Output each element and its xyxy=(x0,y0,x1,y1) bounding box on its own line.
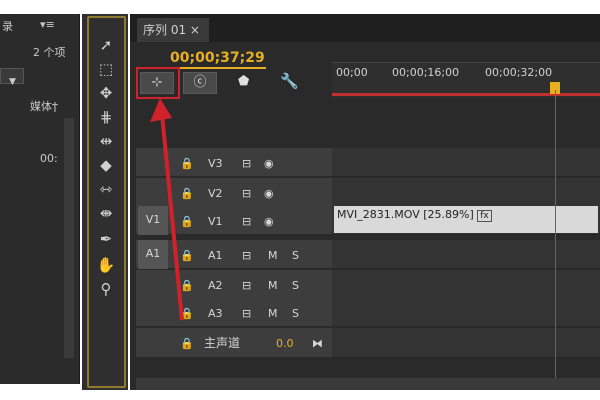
sync-lock-icon[interactable]: ⊟ xyxy=(242,208,251,235)
track-name-v2: V2 xyxy=(208,187,223,200)
chevron-down-icon: ▼ xyxy=(9,77,16,87)
close-icon[interactable]: × xyxy=(190,23,200,37)
timecode-underline xyxy=(170,67,266,69)
video-clip[interactable]: MVI_2831.MOV [25.89%] fx xyxy=(334,206,598,233)
slip-tool-icon[interactable]: ⇿ xyxy=(93,178,119,200)
go-to-end-icon[interactable]: ⧓ xyxy=(312,330,323,357)
lock-icon[interactable]: 🔒 xyxy=(180,330,194,357)
ripple-edit-tool-icon[interactable]: ✥ xyxy=(93,82,119,104)
sync-lock-icon[interactable]: ⊟ xyxy=(242,272,251,299)
ruler-label: 00;00 xyxy=(336,66,368,79)
annotation-highlight-box xyxy=(136,67,180,99)
annotation-arrow xyxy=(150,98,184,321)
annotation-arrow-shaft xyxy=(160,113,184,321)
sync-lock-icon[interactable]: ⊟ xyxy=(242,242,251,269)
slide-tool-icon[interactable]: ⇼ xyxy=(93,202,119,224)
tab-sequence-01[interactable]: 序列 01 × xyxy=(137,18,209,42)
item-count: 2 个项 xyxy=(33,46,66,59)
solo-button[interactable]: S xyxy=(292,242,299,269)
ruler-label: 00;00;32;00 xyxy=(485,66,553,79)
track-name-a3: A3 xyxy=(208,307,223,320)
track-name-a1: A1 xyxy=(208,249,223,262)
sync-lock-icon[interactable]: ⊟ xyxy=(242,150,251,177)
link-icon: ⓒ xyxy=(193,75,207,90)
playhead-line[interactable] xyxy=(555,90,556,378)
tab-label: 序列 01 xyxy=(143,23,187,37)
eye-icon[interactable]: ◉ xyxy=(264,180,274,207)
annotation-arrow-head xyxy=(150,98,172,122)
track-name-v1: V1 xyxy=(208,215,223,228)
marker-icon[interactable]: ⬟ xyxy=(238,74,249,89)
rolling-edit-tool-icon[interactable]: ⋕ xyxy=(93,106,119,128)
sync-lock-icon[interactable]: ⊟ xyxy=(242,300,251,327)
ruler-label: 00;00;16;00 xyxy=(392,66,460,79)
pen-tool-icon[interactable]: ✒ xyxy=(93,228,119,250)
mute-button[interactable]: M xyxy=(268,242,278,269)
master-track-label: 主声道 xyxy=(204,336,241,350)
eye-icon[interactable]: ◉ xyxy=(264,150,274,177)
fx-badge: fx xyxy=(477,210,492,222)
wrench-icon[interactable]: 🔧 xyxy=(280,72,299,90)
track-area-a2[interactable] xyxy=(332,270,600,299)
track-area-v3[interactable] xyxy=(332,148,600,177)
view-dropdown[interactable]: ▼ xyxy=(0,68,24,87)
hand-tool-icon[interactable]: ✋ xyxy=(93,254,119,276)
sync-lock-icon[interactable]: ⊟ xyxy=(242,180,251,207)
mute-button[interactable]: M xyxy=(268,272,278,299)
project-title: 录 xyxy=(2,20,13,33)
track-select-tool-icon[interactable]: ⬚ xyxy=(93,58,119,80)
master-volume-value[interactable]: 0.0 xyxy=(276,330,294,357)
mute-button[interactable]: M xyxy=(268,300,278,327)
rate-stretch-tool-icon[interactable]: ⇹ xyxy=(93,130,119,152)
solo-button[interactable]: S xyxy=(292,272,299,299)
media-column-header[interactable]: 媒体ϯ xyxy=(30,98,58,114)
panel-menu-button[interactable]: ▾≡ xyxy=(40,18,55,31)
track-area-a3[interactable] xyxy=(332,298,600,327)
linked-selection-button[interactable]: ⓒ xyxy=(183,72,217,94)
project-scrollbar[interactable] xyxy=(64,118,74,358)
zoom-tool-icon[interactable]: ⚲ xyxy=(93,278,119,300)
track-name-v3: V3 xyxy=(208,157,223,170)
clip-label: MVI_2831.MOV [25.89%] xyxy=(337,208,474,221)
solo-button[interactable]: S xyxy=(292,300,299,327)
media-timecode: 00: xyxy=(40,152,58,165)
timeline-horizontal-scrollbar[interactable] xyxy=(136,378,600,390)
selection-tool-icon[interactable]: ➚ xyxy=(93,34,119,56)
eye-icon[interactable]: ◉ xyxy=(264,208,274,235)
track-area-v2[interactable] xyxy=(332,178,600,207)
track-area-a1[interactable] xyxy=(332,240,600,269)
razor-tool-icon[interactable]: ◆ xyxy=(93,154,119,176)
track-area-master[interactable] xyxy=(332,328,600,358)
playhead-timecode[interactable]: 00;00;37;29 xyxy=(170,50,265,66)
track-name-a2: A2 xyxy=(208,279,223,292)
